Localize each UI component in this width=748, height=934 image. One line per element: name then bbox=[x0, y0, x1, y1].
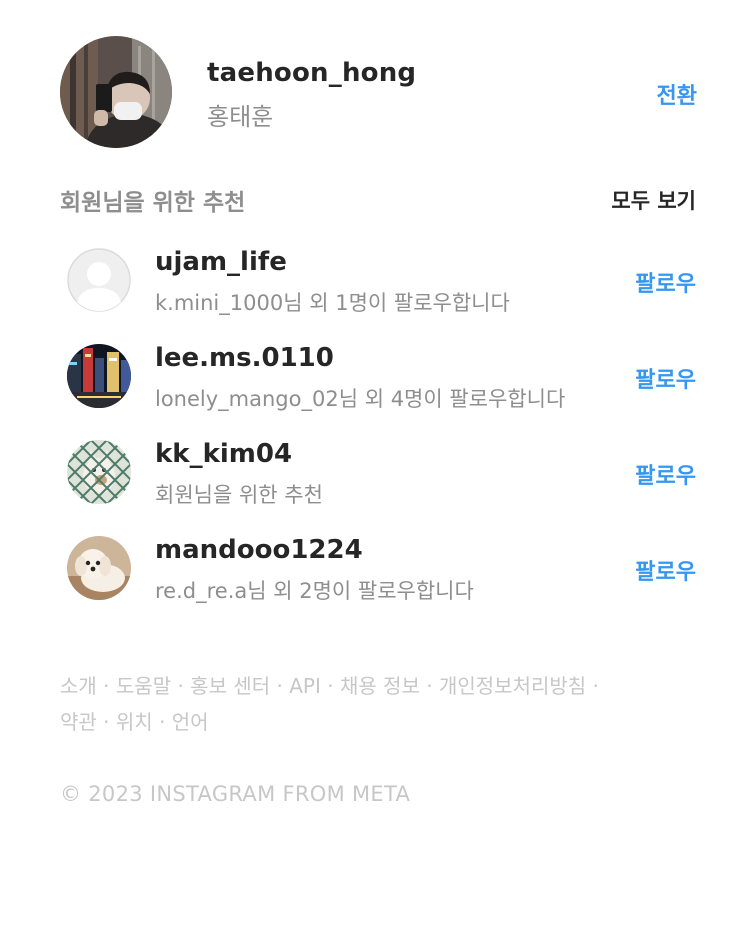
follow-button[interactable]: 팔로우 bbox=[635, 266, 696, 298]
footer-separator: · bbox=[103, 674, 110, 698]
footer-separator: · bbox=[159, 710, 166, 734]
footer-separator: · bbox=[426, 674, 433, 698]
footer-link-press[interactable]: 홍보 센터 bbox=[190, 674, 270, 698]
suggestions-title: 회원님을 위한 추천 bbox=[60, 190, 246, 216]
footer-link-locations[interactable]: 위치 bbox=[116, 710, 153, 734]
suggestion-item: mandooo1224 re.d_re.a님 외 2명이 팔로우합니다 팔로우 bbox=[60, 520, 698, 616]
see-all-button[interactable]: 모두 보기 bbox=[611, 185, 696, 215]
footer-separator: · bbox=[177, 674, 184, 698]
footer-separator: · bbox=[327, 674, 334, 698]
footer-links: 소개 · 도움말 · 홍보 센터 · API · 채용 정보 · 개인정보처리방… bbox=[60, 668, 680, 740]
default-avatar-icon bbox=[67, 248, 131, 312]
cat-behind-fence-photo-icon bbox=[67, 440, 131, 504]
footer-separator: · bbox=[592, 674, 599, 698]
suggestion-subtitle: lonely_mango_02님 외 4명이 팔로우합니다 bbox=[155, 387, 566, 411]
footer-separator: · bbox=[103, 710, 110, 734]
footer-link-terms[interactable]: 약관 bbox=[60, 710, 97, 734]
footer-link-api[interactable]: API bbox=[289, 674, 321, 698]
suggestion-subtitle: k.mini_1000님 외 1명이 팔로우합니다 bbox=[155, 291, 510, 315]
footer-link-language[interactable]: 언어 bbox=[172, 710, 209, 734]
profile-photo-icon bbox=[60, 36, 172, 148]
city-night-photo-icon bbox=[67, 344, 131, 408]
suggestion-username[interactable]: ujam_life bbox=[155, 247, 287, 277]
suggestion-username[interactable]: mandooo1224 bbox=[155, 535, 363, 565]
copyright-text: © 2023 INSTAGRAM FROM META bbox=[60, 782, 411, 806]
footer-link-about[interactable]: 소개 bbox=[60, 674, 97, 698]
suggestion-subtitle: 회원님을 위한 추천 bbox=[155, 483, 323, 507]
suggestion-item: kk_kim04 회원님을 위한 추천 팔로우 bbox=[60, 424, 698, 520]
suggestion-subtitle: re.d_re.a님 외 2명이 팔로우합니다 bbox=[155, 579, 474, 603]
suggestion-item: lee.ms.0110 lonely_mango_02님 외 4명이 팔로우합니… bbox=[60, 328, 698, 424]
suggestion-list: ujam_life k.mini_1000님 외 1명이 팔로우합니다 팔로우 bbox=[60, 232, 698, 616]
suggestion-avatar[interactable] bbox=[67, 440, 131, 504]
suggestion-username[interactable]: kk_kim04 bbox=[155, 439, 292, 469]
suggestion-avatar[interactable] bbox=[67, 344, 131, 408]
suggestions-header: 회원님을 위한 추천 모두 보기 bbox=[60, 180, 698, 216]
follow-button[interactable]: 팔로우 bbox=[635, 554, 696, 586]
footer-separator: · bbox=[276, 674, 283, 698]
current-account: taehoon_hong 홍태훈 전환 bbox=[60, 36, 698, 148]
suggestion-username[interactable]: lee.ms.0110 bbox=[155, 343, 334, 373]
suggestions-sidebar: taehoon_hong 홍태훈 전환 회원님을 위한 추천 모두 보기 uja… bbox=[0, 0, 748, 934]
footer-link-privacy[interactable]: 개인정보처리방침 bbox=[439, 674, 586, 698]
follow-button[interactable]: 팔로우 bbox=[635, 362, 696, 394]
profile-full-name: 홍태훈 bbox=[207, 103, 274, 131]
profile-username[interactable]: taehoon_hong bbox=[207, 58, 416, 88]
footer-link-jobs[interactable]: 채용 정보 bbox=[340, 674, 420, 698]
white-puppy-photo-icon bbox=[67, 536, 131, 600]
switch-account-button[interactable]: 전환 bbox=[657, 78, 697, 110]
footer-link-help[interactable]: 도움말 bbox=[116, 674, 171, 698]
profile-avatar[interactable] bbox=[60, 36, 172, 148]
suggestion-avatar[interactable] bbox=[67, 248, 131, 312]
follow-button[interactable]: 팔로우 bbox=[635, 458, 696, 490]
suggestion-avatar[interactable] bbox=[67, 536, 131, 600]
suggestion-item: ujam_life k.mini_1000님 외 1명이 팔로우합니다 팔로우 bbox=[60, 232, 698, 328]
